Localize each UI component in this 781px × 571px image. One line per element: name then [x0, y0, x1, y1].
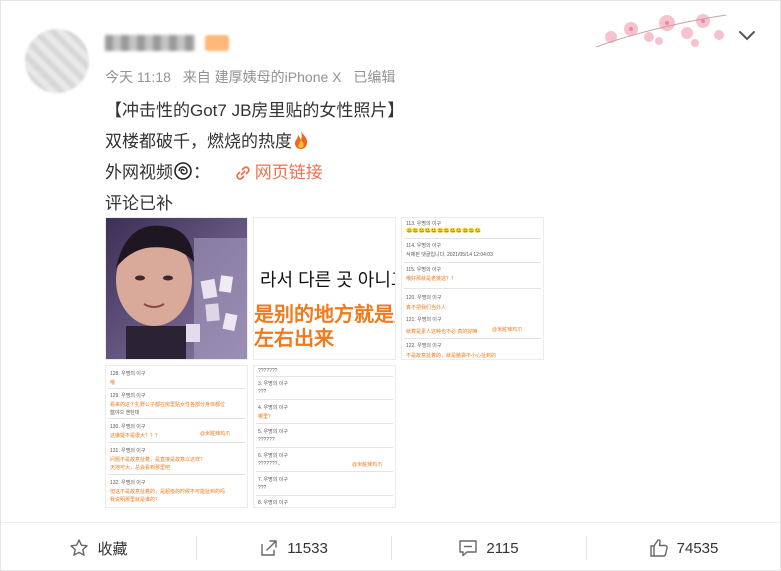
divider — [404, 338, 541, 339]
comment-row: 但这不是故意扯着的，是超级的时候不可能扯到的吗 — [110, 489, 226, 495]
comment-row: 就算是素人这种也不必 真的好嘛 — [406, 329, 478, 335]
comment-row: 天地可大，总会看到那里吧 — [110, 465, 171, 471]
repost-count: 11533 — [287, 539, 328, 557]
comment-row: 129. 우명의 이구 — [110, 393, 146, 399]
post-source: 来自 建厚姨母的iPhone X — [182, 69, 342, 85]
image-caption-korean: 라서 다른 곳 아니고 — [260, 270, 396, 290]
divider — [108, 418, 245, 419]
comment-row: 7. 우명의 이구 — [258, 477, 288, 483]
post-line-3-prefix: 外网视频 — [105, 163, 173, 182]
thumb-up-icon — [649, 539, 668, 557]
action-toolbar: 收藏 11533 2115 74535 — [1, 522, 781, 571]
comment-row: ??? — [258, 485, 267, 491]
post-time[interactable]: 今天 11:18 — [105, 69, 171, 85]
divider — [256, 376, 393, 377]
comment-row: 130. 우명의 이구 — [110, 424, 146, 430]
chevron-down-icon[interactable] — [733, 21, 761, 49]
comment-count: 2115 — [486, 539, 519, 557]
post-meta: 今天 11:18 来自 建厚姨母的iPhone X 已编辑 — [105, 67, 403, 87]
image-thumbnail-comments-1[interactable]: 113. 우명의 이구 🤐🤐🤐🤐🤐🤐🤐🤐🤐🤐🤐🤐 114. 우명의 이구 삭제된… — [401, 217, 544, 360]
comment-row: 蓝야으 엔탄데 — [110, 410, 140, 416]
like-button[interactable]: 74535 — [586, 523, 781, 571]
comment-row: 114. 우명의 이구 — [406, 243, 442, 249]
comment-row: ???????.. — [258, 461, 281, 467]
comment-row: 120. 우명의 이구 — [406, 295, 442, 301]
fire-icon — [295, 131, 308, 149]
comment-row: 113. 우명의 이구 — [406, 221, 442, 227]
comment-row: 삭제된 댓글입니다. 2021/05/14 12:04:03 — [406, 252, 493, 258]
edited-label[interactable]: 已编辑 — [353, 69, 395, 85]
repost-button[interactable]: 11533 — [196, 523, 391, 571]
comment-row: 5. 우명의 이구 — [258, 429, 288, 435]
divider — [404, 288, 541, 289]
watermark-tag: @米脏辣鸡爪 — [200, 431, 231, 437]
comment-row: 131. 우명의 이구 — [110, 448, 146, 454]
divider — [256, 399, 393, 400]
comment-button[interactable]: 2115 — [391, 523, 586, 571]
image-grid: 라서 다른 곳 아니고 是别的地方就是房 左右出来 113. 우명의 이구 🤐🤐… — [105, 217, 545, 509]
comment-icon — [459, 540, 478, 557]
divider — [256, 423, 393, 424]
comment-row: 122. 우명의 이구 — [406, 343, 442, 349]
divider — [404, 262, 541, 263]
divider — [256, 495, 393, 496]
comment-row: 真不把我们当外人 — [406, 305, 447, 311]
post-line-4: 评论已补 — [105, 194, 173, 213]
avatar[interactable] — [25, 29, 89, 93]
post-line-2-text: 双楼都破千，燃烧的热度 — [105, 132, 292, 151]
weibo-post-card: 今天 11:18 来自 建厚姨母的iPhone X 已编辑 【冲击性的Got7 … — [0, 0, 781, 571]
share-icon — [261, 540, 277, 556]
web-link[interactable]: 网页链接 — [255, 163, 323, 182]
watermark-tag: @米脏辣鸡爪 — [492, 327, 523, 333]
comment-row: 132. 우명의 이구 — [110, 480, 146, 486]
post-content: 【冲击性的Got7 JB房里贴的女性照片】 双楼都破千，燃烧的热度 外网视频 ：… — [105, 95, 745, 219]
divider — [108, 442, 245, 443]
favorite-button[interactable]: 收藏 — [1, 523, 196, 571]
like-count: 74535 — [676, 539, 719, 557]
image-caption-chinese-2: 左右出来 — [254, 328, 334, 350]
cherry-blossom-decoration-icon — [595, 14, 727, 48]
divider — [256, 447, 393, 448]
comment-row: 不是故意扯着的，就是脑袋不小心扯到的 — [406, 353, 497, 359]
post-title-line: 【冲击性的Got7 JB房里贴的女性照片】 — [105, 101, 405, 120]
star-icon — [70, 539, 89, 556]
comment-row: ?????? — [258, 437, 275, 443]
comment-row: 哦 — [110, 380, 116, 386]
person-photo-icon — [106, 218, 247, 359]
divider — [404, 238, 541, 239]
comment-row: 6. 우명의 이구 — [258, 453, 288, 459]
comment-row: ??????? — [258, 368, 278, 374]
divider — [108, 474, 245, 475]
comment-row: 问题不是故意扯着，是直接是故意以这样？ — [110, 457, 206, 463]
comment-row: 128. 우명의 이구 — [110, 371, 146, 377]
comment-row: 我说明那里就是谁的？ — [110, 497, 161, 503]
comment-row: 121. 우명의 이구 — [406, 317, 442, 323]
post-line-3-colon: ： — [193, 163, 210, 182]
dizzy-emoji-icon — [174, 162, 192, 180]
comment-row: 这嫌疑不是很大？？？ — [110, 433, 161, 439]
image-thumbnail-person[interactable] — [105, 217, 248, 360]
user-badge-icon — [205, 35, 229, 51]
comment-row: 3. 우명의 이구 — [258, 381, 288, 387]
comment-row: 哦好那就是老婆这？？ — [406, 276, 457, 282]
post-line-3: 外网视频 ： 网页链接 — [105, 157, 745, 188]
comment-row: ??? — [258, 389, 267, 395]
favorite-label: 收藏 — [97, 540, 128, 558]
username-blurred[interactable] — [105, 35, 195, 51]
comment-emoji-row: 🤐🤐🤐🤐🤐🤐🤐🤐🤐🤐🤐🤐 — [406, 228, 481, 234]
image-thumbnail-comments-2[interactable]: 128. 우명의 이구 哦 129. 우명의 이구 看来的这个扎野公子都在房里贴… — [105, 365, 248, 508]
comment-row: 115. 우명의 이구 — [406, 267, 442, 273]
comment-row: 哪里？ — [258, 414, 274, 420]
divider — [256, 471, 393, 472]
divider — [108, 388, 245, 389]
comment-row: 看来的这个扎野公子都在房里贴女性各部分身体都位 — [110, 402, 226, 408]
link-icon — [236, 166, 250, 180]
watermark-tag: @米脏辣鸡爪 — [352, 462, 383, 468]
comment-row: 8. 우명의 이구 — [258, 500, 288, 506]
image-thumbnail-comments-3[interactable]: ??????? 3. 우명의 이구 ??? 4. 우명의 이구 哪里？ 5. 우… — [253, 365, 396, 508]
image-thumbnail-subtitle[interactable]: 라서 다른 곳 아니고 是别的地方就是房 左右出来 — [253, 217, 396, 360]
post-line-2: 双楼都破千，燃烧的热度 — [105, 126, 745, 157]
comment-row: 4. 우명의 이구 — [258, 405, 288, 411]
